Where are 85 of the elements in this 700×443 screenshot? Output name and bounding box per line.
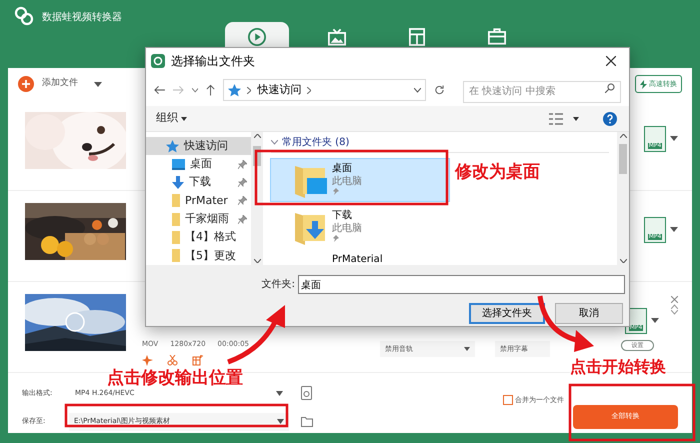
folder-name: 下载 <box>332 209 353 222</box>
address-text: 快速访问 <box>257 82 302 98</box>
pin-icon[interactable] <box>238 196 247 206</box>
caret-icon[interactable] <box>670 136 678 142</box>
folder-name: PrMaterial <box>332 253 383 266</box>
chevron-down-icon[interactable] <box>192 88 198 92</box>
convert-icon <box>248 28 266 46</box>
desktop-icon <box>172 158 185 170</box>
annotation-text: 点击开始转换 <box>570 356 666 378</box>
scrollbar[interactable] <box>617 132 629 265</box>
refresh-icon[interactable] <box>434 84 445 96</box>
add-files-label[interactable]: 添加文件 <box>42 77 78 91</box>
up-arrow-icon[interactable] <box>206 84 216 96</box>
pin-icon[interactable] <box>238 160 247 169</box>
close-icon[interactable] <box>606 56 616 66</box>
folder-input[interactable]: 桌面 <box>298 275 625 294</box>
app-logo-icon <box>14 6 34 26</box>
caret-icon <box>277 419 284 424</box>
annotation-text: 点击修改输出位置 <box>107 367 243 390</box>
chevron-up-icon[interactable] <box>671 304 678 309</box>
back-arrow-icon[interactable] <box>154 85 165 95</box>
pin-icon[interactable] <box>238 214 247 224</box>
folder-label: 文件夹: <box>262 278 295 292</box>
star-icon <box>228 84 242 96</box>
nav-item[interactable]: 【5】更改 <box>146 246 251 265</box>
caret-icon[interactable] <box>670 227 678 233</box>
folder-icon <box>172 249 180 262</box>
help-icon[interactable] <box>603 112 617 126</box>
scroll-up-icon[interactable] <box>254 134 260 138</box>
download-arrow-icon <box>172 176 184 190</box>
chevron-down-icon[interactable] <box>271 140 278 145</box>
folder-item[interactable]: 桌面 此电脑 <box>271 159 449 201</box>
nav-item[interactable]: 下载 <box>146 174 251 192</box>
tv-icon <box>328 28 346 46</box>
chevron-right-icon <box>247 86 252 94</box>
scroll-up-icon[interactable] <box>620 134 626 138</box>
folder-item[interactable]: PrMaterial <box>271 253 449 267</box>
organize-menu[interactable]: 组织 <box>156 110 187 127</box>
group-header: 常用文件夹 (8) <box>282 136 350 150</box>
caret-icon <box>276 390 283 396</box>
view-options-icon[interactable] <box>549 112 563 124</box>
lightning-icon <box>640 80 647 88</box>
folder-icon[interactable] <box>301 416 313 426</box>
nav-item[interactable]: 快速访问 <box>146 137 251 156</box>
toolbox-icon <box>488 28 506 45</box>
layout-icon <box>409 28 425 46</box>
pin-icon[interactable] <box>238 178 247 188</box>
folder-name: 桌面 <box>332 162 353 175</box>
scroll-thumb[interactable] <box>619 144 627 174</box>
app-title: 数据蛙视频转换器 <box>42 10 122 25</box>
nav-item[interactable]: 【4】格式 <box>146 228 251 247</box>
pin-icon <box>332 188 339 195</box>
folder-icon <box>172 231 180 244</box>
search-icon <box>604 83 615 94</box>
folder-location: 此电脑 <box>332 175 362 188</box>
nav-item[interactable]: 桌面 <box>146 155 251 174</box>
nav-item[interactable]: PrMater <box>146 192 251 210</box>
sparkle-icon[interactable] <box>142 355 153 366</box>
add-icon[interactable] <box>18 76 34 92</box>
nav-item[interactable]: 千家烟雨 <box>146 210 251 228</box>
scroll-down-icon[interactable] <box>620 259 626 263</box>
star-icon <box>166 140 179 153</box>
app-logo-icon <box>151 54 165 68</box>
caret-icon[interactable] <box>651 318 659 324</box>
folder-icon <box>172 194 180 208</box>
search-field[interactable]: 在 快速访问 中搜索 <box>462 80 621 103</box>
folder-item[interactable]: 下载 此电脑 <box>271 206 449 248</box>
caret-icon[interactable] <box>94 82 102 86</box>
chevron-down-icon[interactable] <box>414 88 422 92</box>
caret-icon <box>181 116 187 120</box>
caret-icon <box>464 347 470 351</box>
annotation-text: 修改为桌面 <box>455 161 540 184</box>
folder-location: 此电脑 <box>332 222 362 235</box>
settings-icon[interactable] <box>301 386 312 400</box>
cancel-button[interactable]: 取消 <box>555 303 623 324</box>
scissors-icon[interactable] <box>167 355 178 366</box>
pin-icon <box>332 235 339 242</box>
address-bar[interactable]: 快速访问 <box>223 79 426 101</box>
folder-icon <box>172 212 180 226</box>
dialog-title: 选择输出文件夹 <box>171 53 256 70</box>
caret-icon[interactable] <box>573 116 579 120</box>
chevron-right-icon <box>307 86 312 94</box>
scroll-down-icon[interactable] <box>254 259 260 263</box>
effects-icon[interactable] <box>192 355 203 366</box>
select-folder-button[interactable]: 选择文件夹 <box>469 303 545 324</box>
